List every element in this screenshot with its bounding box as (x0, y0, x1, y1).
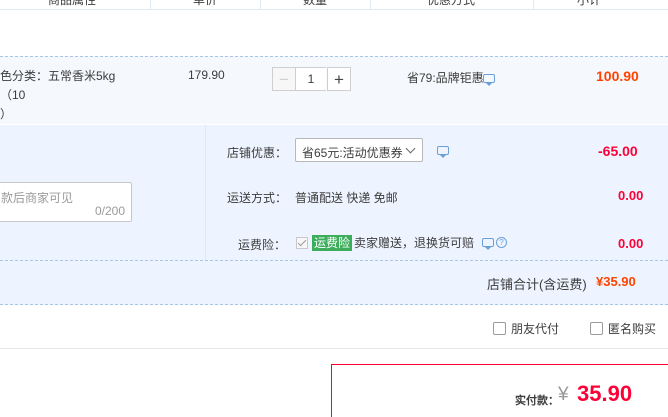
section-divider (0, 348, 668, 349)
unit-price: 179.90 (188, 68, 225, 82)
help-icon[interactable]: ? (496, 237, 508, 248)
shop-total-value: ¥35.90 (596, 274, 636, 289)
insurance-checkbox[interactable] (296, 236, 308, 249)
message-placeholder: 款后商家可见 (1, 191, 74, 205)
shop-discount-selected: 省65元:活动优惠券 (302, 146, 403, 160)
order-item-row: 色分类：五常香米5kg（10 ） 179.90 − + 省79:品牌钜惠 100… (0, 56, 668, 124)
insurance-label: 运费险： (238, 238, 287, 252)
header-price: 单价 (193, 0, 218, 7)
shop-discount-select[interactable]: 省65元:活动优惠券 (295, 138, 423, 162)
shipping-method: 普通配送 快递 免邮 (295, 191, 398, 205)
header-divider (370, 0, 371, 9)
decrease-quantity-button[interactable]: − (272, 67, 296, 91)
quantity-input[interactable] (296, 67, 326, 91)
shop-total-row: 店铺合计(含运费) ¥35.90 (0, 260, 668, 305)
insurance-badge: 运费险 (312, 234, 353, 251)
friend-pay-checkbox[interactable] (493, 322, 506, 335)
payment-summary: 实付款： ¥ 35.90 (331, 364, 668, 417)
header-promo: 优惠方式 (427, 0, 476, 7)
header-qty: 数量 (303, 0, 328, 7)
currency-symbol: ¥ (558, 384, 569, 405)
shop-discount-amount: -65.00 (598, 143, 638, 159)
insurance-amount: 0.00 (618, 236, 644, 251)
pay-amount: 35.90 (577, 381, 633, 406)
message-counter: 0/200 (94, 204, 125, 218)
anonymous-checkbox[interactable] (590, 322, 603, 335)
pay-label: 实付款： (515, 395, 559, 407)
header-attr: 商品属性 (48, 0, 97, 7)
chevron-down-icon (405, 143, 416, 154)
quantity-stepper: − + (272, 67, 351, 91)
item-attributes: 色分类：五常香米5kg（10 ） (0, 67, 140, 124)
header-divider (533, 0, 534, 9)
anonymous-label: 匿名购买 (608, 322, 657, 336)
friend-pay-option[interactable]: 朋友代付 (493, 320, 559, 337)
friend-pay-label: 朋友代付 (511, 322, 560, 336)
table-header: 商品属性 单价 数量 优惠方式 小计 (0, 0, 668, 10)
insurance-text: 卖家赠送，退换货可赔 (354, 236, 475, 250)
shipping-label: 运送方式： (227, 191, 288, 205)
header-subtotal: 小计 (577, 0, 602, 7)
promo-text: 省79:品牌钜惠 (407, 71, 484, 85)
chat-icon[interactable] (483, 74, 495, 86)
chat-icon[interactable] (482, 238, 495, 250)
item-attr-line: ） (0, 107, 13, 121)
chat-icon[interactable] (437, 146, 449, 158)
item-attr-line: 色分类：五常香米5kg（10 (0, 69, 116, 102)
panel-divider (205, 125, 206, 260)
shipping-amount: 0.00 (618, 188, 644, 203)
insurance-option: 运费险 卖家赠送，退换货可赔 ? (296, 234, 508, 251)
header-divider (260, 0, 261, 9)
header-divider (150, 0, 151, 9)
shop-discount-label: 店铺优惠： (227, 146, 288, 160)
anonymous-purchase-option[interactable]: 匿名购买 (590, 320, 656, 337)
item-subtotal: 100.90 (596, 68, 639, 84)
increase-quantity-button[interactable]: + (327, 67, 351, 91)
buyer-message-textarea[interactable]: 款后商家可见 0/200 (0, 182, 132, 222)
shop-total-label: 店铺合计(含运费) (487, 277, 587, 292)
